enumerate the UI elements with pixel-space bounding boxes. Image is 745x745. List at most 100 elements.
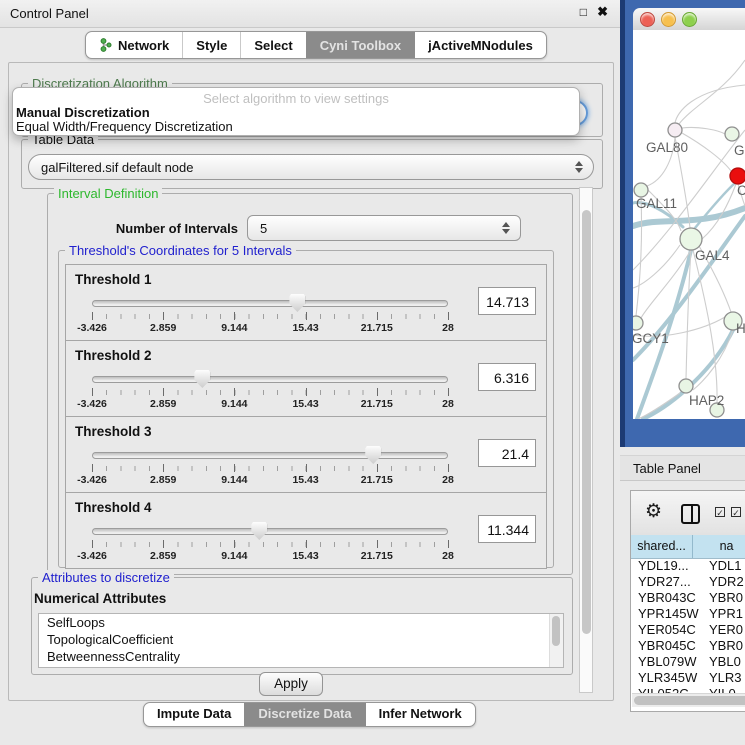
- list-item[interactable]: TopologicalCoefficient: [39, 631, 563, 648]
- tab-select[interactable]: Select: [240, 32, 305, 58]
- table-data-combo-value: galFiltered.sif default node: [41, 160, 193, 175]
- threshold-slider[interactable]: -3.426 2.859 9.144 15.43 21.715 28: [92, 369, 448, 413]
- network-window-titlebar[interactable]: [633, 8, 745, 31]
- network-node-label: GAL11: [636, 196, 677, 211]
- tab-impute-data[interactable]: Impute Data: [144, 703, 244, 726]
- spinner-icon: [502, 222, 510, 234]
- tab-jactivemnodules[interactable]: jActiveMNodules: [414, 32, 546, 58]
- table-row[interactable]: YIL052CYIL0: [631, 686, 745, 693]
- panel-scrollbar[interactable]: [579, 187, 593, 693]
- threshold-value-field[interactable]: 21.4: [478, 439, 536, 467]
- network-node-highlighted[interactable]: [730, 168, 745, 184]
- tab-label: jActiveMNodules: [428, 38, 533, 53]
- network-node[interactable]: [634, 183, 648, 197]
- network-tab-icon: [99, 38, 112, 52]
- threshold-label: Threshold 4: [75, 500, 152, 515]
- slider-track[interactable]: [92, 528, 448, 535]
- numerical-attributes-list[interactable]: SelfLoops TopologicalCoefficient Between…: [38, 613, 564, 668]
- network-node-label: GAL80: [646, 140, 688, 155]
- slider-thumb[interactable]: [194, 370, 210, 388]
- tab-label: Cyni Toolbox: [320, 38, 401, 53]
- network-window-frame[interactable]: GAL80 G. C GAL11 GAL4 GCY1 H HAP2: [620, 0, 745, 447]
- table-panel-card: ⚙ ✓ ✓ shared... na YDL19...YDL1 YDR27...…: [630, 490, 745, 712]
- tab-infer-network[interactable]: Infer Network: [365, 703, 475, 726]
- numerical-attributes-label: Numerical Attributes: [34, 591, 166, 606]
- table-row[interactable]: YDR27...YDR2: [631, 574, 745, 590]
- threshold-slider[interactable]: -3.426 2.859 9.144 15.43 21.715 28: [92, 445, 448, 489]
- network-node-labels: GAL80 G. C GAL11 GAL4 GCY1 H HAP2: [633, 140, 745, 408]
- interval-definition-group: Interval Definition Number of Intervals …: [47, 193, 573, 575]
- table-row[interactable]: YBR045CYBR0: [631, 638, 745, 654]
- close-icon[interactable]: ✖: [597, 4, 608, 20]
- attributes-group: Attributes to discretize Numerical Attri…: [31, 577, 573, 675]
- network-graph: GAL80 G. C GAL11 GAL4 GCY1 H HAP2: [633, 30, 745, 419]
- threshold-label: Threshold 3: [75, 424, 152, 439]
- table-row[interactable]: YBL079WYBL0: [631, 654, 745, 670]
- tab-discretize-data[interactable]: Discretize Data: [244, 703, 364, 726]
- tab-cyni-toolbox[interactable]: Cyni Toolbox: [306, 32, 414, 58]
- threshold-panel-2: Threshold 2 -3.426 2.859 9.144 15.43: [65, 340, 547, 417]
- table-row[interactable]: YER054CYER0: [631, 622, 745, 638]
- threshold-value-field[interactable]: 6.316: [478, 363, 536, 391]
- traffic-light-zoom-icon[interactable]: [682, 12, 697, 27]
- slider-thumb[interactable]: [251, 522, 267, 540]
- threshold-panel-3: Threshold 3 -3.426 2.859 9.144 15.43: [65, 416, 547, 493]
- slider-thumb[interactable]: [365, 446, 381, 464]
- tab-style[interactable]: Style: [182, 32, 240, 58]
- column-header-name[interactable]: na: [693, 535, 745, 558]
- number-of-intervals-value: 5: [260, 221, 267, 236]
- table-row[interactable]: YPR145WYPR1: [631, 606, 745, 622]
- slider-thumb[interactable]: [289, 294, 305, 312]
- traffic-light-minimize-icon[interactable]: [661, 12, 676, 27]
- network-node[interactable]: [679, 379, 693, 393]
- slider-track[interactable]: [92, 376, 448, 383]
- number-of-intervals-combo[interactable]: 5: [247, 215, 521, 241]
- interval-definition-title: Interval Definition: [54, 186, 162, 201]
- dropdown-item-manual[interactable]: Manual Discretization: [16, 105, 150, 120]
- table-horizontal-scrollbar[interactable]: [632, 693, 745, 707]
- network-canvas[interactable]: GAL80 G. C GAL11 GAL4 GCY1 H HAP2: [633, 30, 745, 419]
- threshold-value-field[interactable]: 11.344: [478, 515, 536, 543]
- slider-track[interactable]: [92, 452, 448, 459]
- checkbox-icon[interactable]: ✓: [715, 507, 725, 517]
- network-node-label: GCY1: [633, 331, 669, 346]
- table-data-combo[interactable]: galFiltered.sif default node: [28, 154, 594, 180]
- algorithm-dropdown-popup: Select algorithm to view settings Manual…: [12, 87, 580, 136]
- threshold-slider[interactable]: -3.426 2.859 9.144 15.43 21.715 28: [92, 293, 448, 337]
- list-scrollbar[interactable]: [549, 614, 563, 667]
- table-row[interactable]: YLR345WYLR3: [631, 670, 745, 686]
- checkbox-icon[interactable]: ✓: [731, 507, 741, 517]
- slider-track[interactable]: [92, 300, 448, 307]
- list-item[interactable]: BetweennessCentrality: [39, 648, 563, 665]
- tab-network[interactable]: Network: [86, 32, 182, 58]
- float-icon[interactable]: □: [580, 5, 587, 19]
- network-node[interactable]: [633, 316, 643, 330]
- network-node[interactable]: [680, 228, 702, 250]
- spinner-icon: [575, 161, 583, 173]
- network-node[interactable]: [668, 123, 682, 137]
- network-node[interactable]: [725, 127, 739, 141]
- network-edge: [695, 182, 736, 228]
- gear-icon[interactable]: ⚙: [645, 500, 662, 523]
- control-panel-tabs: Network Style Select Cyni Toolbox jActiv…: [85, 31, 547, 59]
- threshold-label: Threshold 2: [75, 348, 152, 363]
- table-row[interactable]: YDL19...YDL1: [631, 558, 745, 574]
- apply-button[interactable]: Apply: [259, 672, 323, 696]
- slider-ticks: [92, 466, 448, 471]
- network-node-label: GAL4: [695, 248, 730, 263]
- threshold-value-field[interactable]: 14.713: [478, 287, 536, 315]
- table-body: YDL19...YDL1 YDR27...YDR2 YBR043CYBR0 YP…: [631, 558, 745, 693]
- split-view-icon[interactable]: [681, 504, 700, 524]
- tab-label: Network: [118, 38, 169, 53]
- traffic-light-close-icon[interactable]: [640, 12, 655, 27]
- list-item[interactable]: SelfLoops: [39, 614, 563, 631]
- table-header-row: shared... na: [631, 535, 745, 559]
- table-panel-titlebar: Table Panel: [620, 455, 745, 481]
- threshold-panel-1: Threshold 1 -3.426 2.859 9.144 15.43: [65, 264, 547, 341]
- slider-ticks: [92, 390, 448, 395]
- network-node-label: G.: [734, 143, 745, 158]
- column-header-shared[interactable]: shared...: [631, 535, 693, 558]
- dropdown-item-equal-width[interactable]: Equal Width/Frequency Discretization: [16, 119, 233, 134]
- table-row[interactable]: YBR043CYBR0: [631, 590, 745, 606]
- threshold-slider[interactable]: -3.426 2.859 9.144 15.43 21.715 28: [92, 521, 448, 565]
